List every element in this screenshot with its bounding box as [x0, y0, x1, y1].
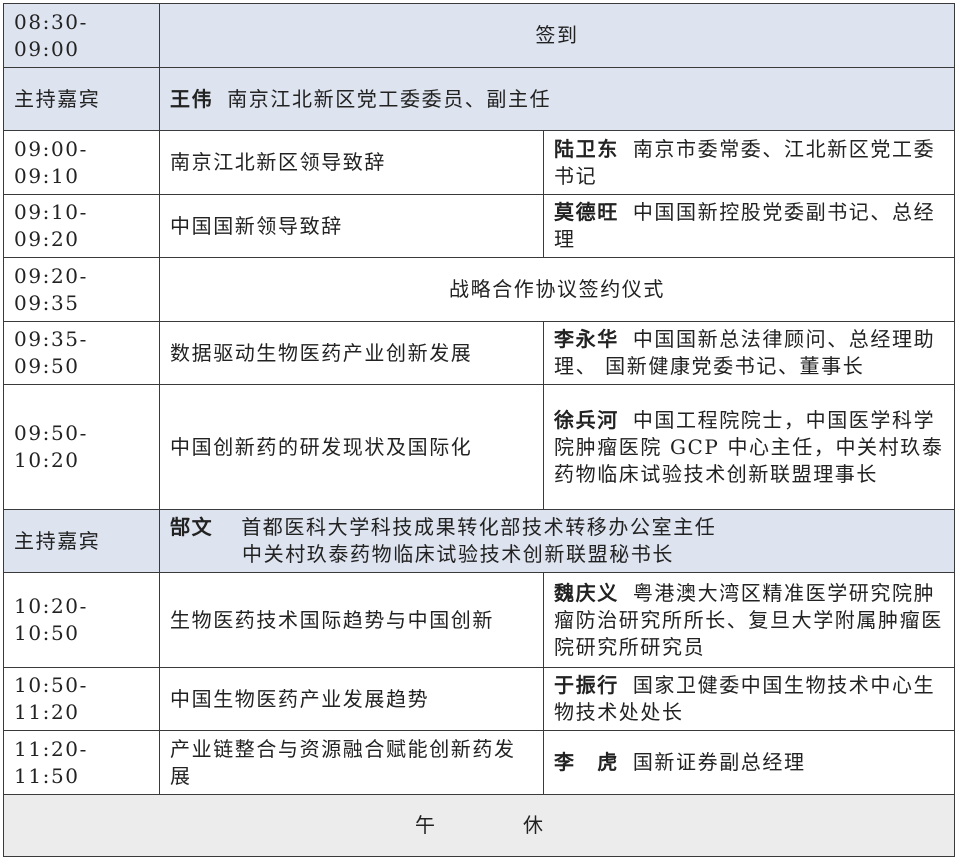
time-cell: 09:00-09:10: [3, 130, 160, 195]
topic-cell: 南京江北新区领导致辞: [159, 130, 544, 195]
speaker-name: 莫德旺: [554, 200, 619, 224]
speaker-cell: 魏庆义 粤港澳大湾区精准医学研究院肿瘤防治研究所所长、复旦大学附属肿瘤医院研究所研…: [542, 572, 956, 668]
host-name: 王伟: [170, 86, 214, 111]
speaker-cell: 徐兵河 中国工程院院士，中国医学科学院肿瘤医院 GCP 中心主任，中关村玖泰药物临…: [542, 384, 956, 510]
topic-cell: 产业链整合与资源融合赋能创新药发展: [159, 730, 544, 795]
host-title: 南京江北新区党工委委员、副主任: [227, 86, 552, 111]
agenda-row: 11:20-11:50 产业链整合与资源融合赋能创新药发展 李 虎国新证券副总经…: [3, 730, 956, 795]
speaker-name: 陆卫东: [554, 136, 619, 161]
session-title: 签到: [158, 3, 956, 68]
host-title-2: 中关村玖泰药物临床试验技术创新联盟秘书长: [242, 542, 674, 566]
agenda-row-signing: 09:20-09:35 战略合作协议签约仪式: [3, 257, 956, 322]
topic-cell: 数据驱动生物医药产业创新发展: [159, 321, 544, 385]
host-cell: 王伟 南京江北新区党工委委员、副主任: [158, 67, 956, 131]
time-cell: 10:50-11:20: [3, 667, 160, 731]
time-cell: 09:10-09:20: [3, 194, 160, 258]
speaker-cell: 李 虎国新证券副总经理: [542, 730, 956, 795]
host-label: 主持嘉宾: [3, 67, 160, 131]
time-cell: 11:20-11:50: [3, 730, 160, 795]
speaker-cell: 李永华 中国国新总法律顾问、总经理助理、 国新健康党委书记、董事长: [542, 321, 956, 385]
agenda-table: 08:30-09:00 签到 主持嘉宾 王伟 南京江北新区党工委委员、副主任 09…: [2, 3, 956, 857]
time-cell: 09:50-10:20: [3, 384, 160, 510]
time-cell: 08:30-09:00: [3, 3, 160, 68]
host-name: 郜文: [170, 515, 214, 539]
time-cell: 09:35-09:50: [3, 321, 160, 385]
agenda-row: 09:50-10:20 中国创新药的研发现状及国际化 徐兵河 中国工程院院士，中国…: [3, 384, 956, 510]
speaker-cell: 于振行 国家卫健委中国生物技术中心生物技术处处长: [542, 667, 956, 731]
agenda-row: 10:20-10:50 生物医药技术国际趋势与中国创新 魏庆义 粤港澳大湾区精准医…: [3, 572, 956, 668]
agenda-row: 09:10-09:20 中国国新领导致辞 莫德旺 中国国新控股党委副书记、总经理: [3, 194, 956, 258]
speaker-name: 徐兵河: [554, 407, 619, 432]
speaker-name: 李 虎: [554, 750, 619, 774]
topic-cell: 中国国新领导致辞: [159, 194, 544, 258]
agenda-row-host-1: 主持嘉宾 王伟 南京江北新区党工委委员、副主任: [3, 67, 956, 131]
topic-cell: 中国生物医药产业发展趋势: [159, 667, 544, 731]
host-cell: 郜文 首都医科大学科技成果转化部技术转移办公室主任 中关村玖泰药物临床试验技术创新联…: [158, 509, 956, 573]
agenda-row: 09:35-09:50 数据驱动生物医药产业创新发展 李永华 中国国新总法律顾问、…: [3, 321, 956, 385]
agenda-row: 10:50-11:20 中国生物医药产业发展趋势 于振行 国家卫健委中国生物技术中…: [3, 667, 956, 731]
agenda-row-host-2: 主持嘉宾 郜文 首都医科大学科技成果转化部技术转移办公室主任 中关村玖泰药物临床试验…: [3, 509, 956, 573]
topic-cell: 中国创新药的研发现状及国际化: [159, 384, 544, 510]
agenda-row-lunch: 午 休: [2, 794, 956, 857]
lunch-break-cell: 午 休: [2, 794, 956, 857]
lunch-break-label: 午 休: [415, 813, 577, 837]
host-label: 主持嘉宾: [3, 509, 160, 573]
session-title: 战略合作协议签约仪式: [158, 257, 956, 322]
speaker-cell: 莫德旺 中国国新控股党委副书记、总经理: [542, 194, 956, 258]
agenda-row: 09:00-09:10 南京江北新区领导致辞 陆卫东 南京市委常委、江北新区党工委…: [3, 130, 956, 195]
speaker-cell: 陆卫东 南京市委常委、江北新区党工委书记: [542, 130, 956, 195]
host-title: 首都医科大学科技成果转化部技术转移办公室主任: [241, 515, 717, 539]
speaker-name: 于振行: [554, 673, 619, 697]
speaker-title: 国新证券副总经理: [632, 750, 806, 774]
time-cell: 09:20-09:35: [3, 257, 160, 322]
topic-cell: 生物医药技术国际趋势与中国创新: [159, 572, 544, 668]
speaker-name: 魏庆义: [554, 580, 619, 605]
speaker-name: 李永华: [554, 327, 619, 351]
agenda-row-checkin: 08:30-09:00 签到: [3, 3, 956, 68]
time-cell: 10:20-10:50: [3, 572, 160, 668]
